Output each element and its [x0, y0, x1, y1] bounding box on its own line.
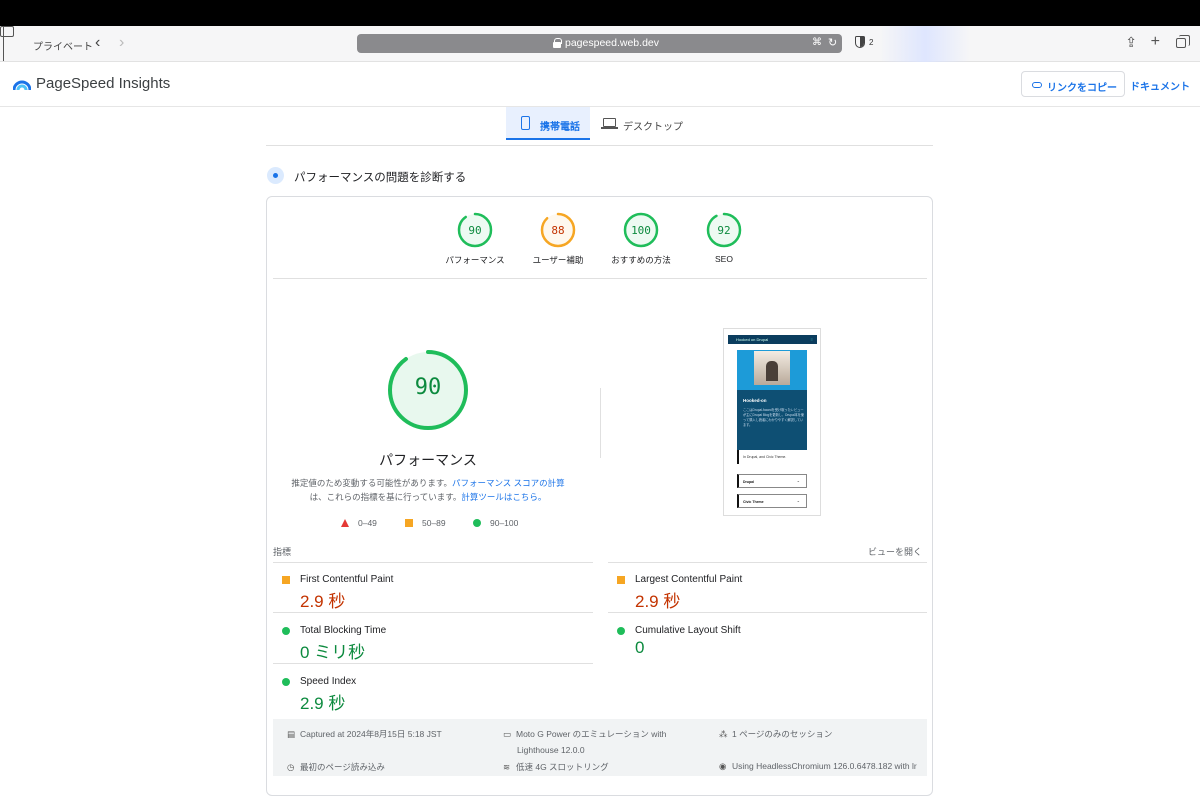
- circle-icon: [473, 519, 481, 527]
- metric-lcp: Largest Contentful Paint 2.9 秒: [608, 565, 908, 615]
- timer-icon: ◷: [287, 762, 295, 772]
- metric-fcp: First Contentful Paint 2.9 秒: [273, 565, 573, 615]
- page-screenshot: Hooked on Drupal ≡ Hooked-on ここはDrupal Aw…: [723, 328, 821, 516]
- expand-view-toggle[interactable]: ビューを開く: [868, 545, 922, 558]
- tab-desktop[interactable]: デスクトップ: [601, 107, 691, 140]
- device-tabs: 携帯電話 デスクトップ: [266, 107, 933, 146]
- wifi-icon: ≋: [503, 762, 511, 772]
- address-bar[interactable]: pagespeed.web.dev ⌘ ↻: [357, 34, 842, 53]
- metric-speed-index: Speed Index 2.9 秒: [273, 667, 573, 717]
- os-top-bar: [0, 0, 1200, 26]
- initial-load: ◷ 最初のページ読み込み: [287, 762, 385, 772]
- divider: [600, 388, 601, 458]
- url-text: pagespeed.web.dev: [565, 37, 659, 49]
- forward-icon[interactable]: ›: [119, 35, 124, 51]
- square-icon: [405, 519, 413, 527]
- screenshot-header: Hooked on Drupal ≡: [728, 335, 817, 344]
- app-title: PageSpeed Insights: [36, 75, 171, 92]
- app-header: PageSpeed Insights リンクをコピー ドキュメント: [0, 62, 1200, 107]
- pass-indicator-icon: [282, 678, 290, 686]
- pass-indicator-icon: [617, 627, 625, 635]
- sidebar-toggle-icon[interactable]: [0, 26, 14, 37]
- performance-label: パフォーマンス: [379, 452, 477, 468]
- score-note: 推定値のため変動する可能性があります。パフォーマンス スコアの計算 は、これらの…: [291, 478, 565, 502]
- calendar-icon: ▤: [287, 729, 296, 739]
- users-icon: ⁂: [719, 729, 728, 739]
- privacy-shield-icon[interactable]: [855, 36, 865, 48]
- chrome-icon: ◉: [719, 761, 727, 771]
- browser-version: ◉ Using HeadlessChromium 126.0.6478.182 w…: [719, 761, 917, 771]
- tab-overview-icon[interactable]: [1176, 35, 1190, 48]
- average-indicator-icon: [617, 576, 625, 584]
- performance-score: 90: [414, 375, 442, 400]
- lock-icon: [553, 38, 562, 48]
- pass-indicator-icon: [282, 627, 290, 635]
- category-gauge-performance[interactable]: 90 パフォーマンス: [435, 212, 515, 266]
- category-gauge-seo[interactable]: 92 SEO: [684, 212, 764, 264]
- metric-cls: Cumulative Layout Shift 0: [608, 616, 908, 666]
- pagespeed-logo-icon: [13, 80, 31, 91]
- link-icon: [1032, 82, 1042, 88]
- back-icon[interactable]: ‹: [95, 35, 100, 51]
- category-gauge-accessibility[interactable]: 88 ユーザー補助: [518, 212, 598, 266]
- lighthouse-version: Lighthouse 12.0.0: [517, 745, 585, 755]
- laptop-icon: [601, 118, 618, 129]
- browser-toolbar: プライベート ‹ › pagespeed.web.dev ⌘ ↻ 2 ⇪ +: [0, 26, 1200, 62]
- phone-icon: [521, 116, 530, 130]
- emulated-device: ▭ Moto G Power のエミュレーション with: [503, 729, 667, 739]
- diagnose-icon: [267, 167, 284, 184]
- share-icon[interactable]: ⇪: [1125, 35, 1137, 49]
- network-throttling: ≋ 低速 4G スロットリング: [503, 762, 609, 772]
- calculator-link[interactable]: 計算ツールはこちら。: [461, 492, 546, 502]
- tracker-count: 2: [869, 38, 874, 47]
- screenshot-photo: [754, 351, 790, 385]
- private-mode-label: プライベート: [33, 42, 93, 53]
- triangle-icon: [341, 519, 349, 527]
- translate-icon[interactable]: ⌘: [812, 37, 822, 48]
- category-gauge-best-practices[interactable]: 100 おすすめの方法: [601, 212, 681, 266]
- copy-link-label: リンクをコピー: [1047, 83, 1117, 94]
- tab-mobile[interactable]: 携帯電話: [506, 107, 590, 140]
- section-title: パフォーマンスの問題を診断する: [294, 172, 467, 184]
- run-details: ▤ Captured at 2024年8月15日 5:18 JST ▭ Moto G…: [273, 719, 927, 776]
- reload-icon[interactable]: ↻: [828, 36, 837, 49]
- new-tab-icon[interactable]: +: [1151, 34, 1160, 50]
- copy-link-button[interactable]: リンクをコピー: [1021, 71, 1125, 97]
- divider: [273, 278, 927, 279]
- score-calc-link[interactable]: パフォーマンス スコアの計算: [452, 478, 565, 488]
- device-icon: ▭: [503, 729, 512, 739]
- captured-at: ▤ Captured at 2024年8月15日 5:18 JST: [287, 729, 442, 739]
- metric-tbt: Total Blocking Time 0 ミリ秒: [273, 616, 573, 666]
- metrics-heading: 指標: [273, 547, 292, 557]
- session-info: ⁂ 1 ページのみのセッション: [719, 729, 833, 739]
- average-indicator-icon: [282, 576, 290, 584]
- docs-link[interactable]: ドキュメント: [1130, 78, 1190, 93]
